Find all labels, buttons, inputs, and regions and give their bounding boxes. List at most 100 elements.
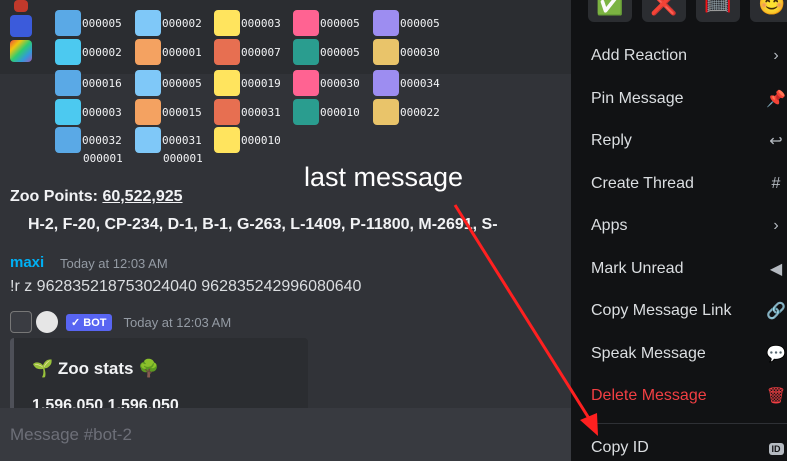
collection-cell: 000030 [293, 70, 360, 96]
animal-emoji-icon [55, 39, 81, 65]
collection-cell: 000001 [82, 152, 123, 165]
collection-cell: 000019 [214, 70, 281, 96]
collection-cell: 000022 [373, 99, 440, 125]
bot-avatar-icon[interactable] [10, 311, 32, 333]
collection-cell: 000010 [214, 127, 281, 153]
animal-emoji-icon [135, 99, 161, 125]
collection-cell: 000005 [135, 70, 202, 96]
animal-emoji-icon [135, 39, 161, 65]
menu-speak-message[interactable]: Speak Message 💬 [591, 339, 787, 369]
cell-count: 000015 [162, 105, 202, 119]
collection-cell: 000016 [55, 70, 122, 96]
collection-cell: 000010 [293, 99, 360, 125]
collection-cell: 000031 [214, 99, 281, 125]
side-icon-column [10, 0, 34, 65]
id-badge: ID [768, 443, 784, 455]
cell-count: 000034 [400, 76, 440, 90]
animal-emoji-icon [135, 127, 161, 153]
menu-reply[interactable]: Reply ↩ [591, 126, 787, 156]
annotation-label: last message [304, 162, 464, 192]
collection-cell: 000001 [162, 152, 203, 165]
reaction-goal-icon[interactable]: 🥅 [696, 0, 740, 22]
zoo-points-value[interactable]: 60,522,925 [102, 188, 182, 205]
reaction-smile-icon[interactable]: 😊 [750, 0, 787, 22]
cell-count: 000002 [82, 45, 122, 59]
zoo-points: Zoo Points: 60,522,925 [10, 188, 183, 206]
menu-item-label: Speak Message [591, 345, 706, 362]
animal-emoji-icon [55, 99, 81, 125]
collection-cell: 000030 [373, 39, 440, 65]
trash-icon: 🗑 [765, 388, 787, 405]
collection-cell: 000031 [135, 127, 202, 153]
zoo-breakdown: H-2, F-20, CP-234, D-1, B-1, G-263, L-14… [28, 216, 498, 233]
animal-emoji-icon [373, 39, 399, 65]
menu-divider [591, 423, 787, 424]
animal-emoji-icon [135, 10, 161, 36]
animal-emoji-icon [214, 39, 240, 65]
menu-apps[interactable]: Apps › [591, 211, 787, 241]
animal-emoji-icon [373, 10, 399, 36]
cell-count: 000003 [82, 105, 122, 119]
menu-copy-message-link[interactable]: Copy Message Link 🔗 [591, 296, 787, 326]
cell-count: 000005 [400, 16, 440, 30]
menu-item-label: Apps [591, 217, 628, 234]
cell-count: 000030 [320, 76, 360, 90]
menu-item-label: Mark Unread [591, 260, 684, 277]
collection-cell: 000007 [214, 39, 281, 65]
animal-emoji-icon [214, 127, 240, 153]
cell-count: 000005 [320, 16, 360, 30]
menu-delete-message[interactable]: Delete Message 🗑 [591, 381, 787, 411]
cell-count: 000002 [162, 16, 202, 30]
menu-item-label: Create Thread [591, 175, 694, 192]
animal-emoji-icon [293, 70, 319, 96]
message-author[interactable]: maxi [10, 254, 44, 271]
message-input[interactable]: Message #bot-2 [0, 408, 571, 461]
animal-emoji-icon [293, 39, 319, 65]
bot-message-header: ✓ BOT Today at 12:03 AM [10, 311, 231, 333]
reaction-check-icon[interactable]: ✅ [588, 0, 632, 22]
collection-cell: 000015 [135, 99, 202, 125]
cell-count: 000003 [241, 16, 281, 30]
animal-emoji-icon [55, 10, 81, 36]
menu-copy-id[interactable]: Copy ID ID [591, 433, 787, 461]
bot-message-timestamp: Today at 12:03 AM [123, 314, 232, 330]
chevron-right-icon: › [773, 47, 779, 64]
menu-item-label: Pin Message [591, 90, 684, 107]
id-icon: ID [765, 439, 787, 457]
message-timestamp: Today at 12:03 AM [60, 256, 168, 271]
cell-count: 000031 [162, 133, 202, 147]
animal-emoji-icon [293, 99, 319, 125]
collection-cell: 000003 [214, 10, 281, 36]
menu-add-reaction[interactable]: Add Reaction › [591, 41, 787, 71]
cell-count: 000022 [400, 105, 440, 119]
cell-count: 000031 [241, 105, 281, 119]
chat-area: 000005 000002 000003 000005 000005 000002 0000… [0, 0, 571, 461]
link-icon: 🔗 [766, 303, 786, 320]
message-input-placeholder: Message #bot-2 [10, 425, 132, 444]
collection-cell: 000005 [293, 10, 360, 36]
collection-cell: 000034 [373, 70, 440, 96]
cell-count: 000001 [163, 152, 203, 165]
menu-mark-unread[interactable]: Mark Unread ◀ [591, 254, 787, 284]
menu-pin-message[interactable]: Pin Message 📌 [591, 84, 787, 114]
cell-count: 000010 [241, 133, 281, 147]
menu-create-thread[interactable]: Create Thread # [591, 169, 787, 199]
menu-item-label: Delete Message [591, 387, 707, 404]
animal-emoji-icon [55, 70, 81, 96]
animal-emoji-icon [293, 10, 319, 36]
f-letter-icon [10, 15, 32, 37]
cell-count: 000030 [400, 45, 440, 59]
animal-emoji-icon [214, 99, 240, 125]
message-context-menu: ✅ ❌ 🥅 😊 Add Reaction › Pin Message 📌 Rep… [571, 0, 787, 461]
menu-item-label: Copy Message Link [591, 302, 732, 319]
animal-emoji-icon [373, 99, 399, 125]
bot-mascot-icon [36, 311, 58, 333]
cell-count: 000001 [162, 45, 202, 59]
cell-count: 000005 [320, 45, 360, 59]
reaction-cross-icon[interactable]: ❌ [642, 0, 686, 22]
collection-cell: 000032 [55, 127, 122, 153]
collection-cell: 000002 [135, 10, 202, 36]
collection-cell: 000003 [55, 99, 122, 125]
animal-emoji-icon [373, 70, 399, 96]
zoo-points-label: Zoo Points: [10, 188, 98, 205]
